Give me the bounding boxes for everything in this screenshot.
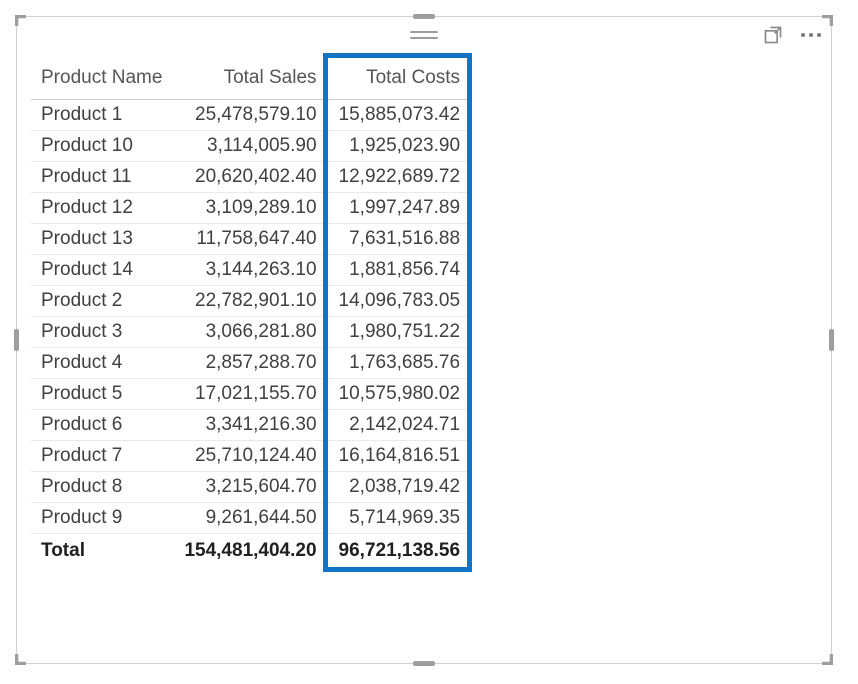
cell-sales: 11,758,647.40 bbox=[174, 224, 328, 255]
cell-product: Product 6 bbox=[31, 410, 174, 441]
cell-product: Product 9 bbox=[31, 503, 174, 534]
cell-sales: 20,620,402.40 bbox=[174, 162, 328, 193]
cell-costs: 1,881,856.74 bbox=[329, 255, 473, 286]
visual-actions bbox=[763, 25, 823, 45]
table-row[interactable]: Product 103,114,005.901,925,023.90 bbox=[31, 131, 472, 162]
total-costs: 96,721,138.56 bbox=[329, 534, 473, 567]
more-options-icon[interactable] bbox=[799, 33, 823, 37]
header-row: Product Name Total Sales Total Costs bbox=[31, 59, 472, 100]
table-row[interactable]: Product 517,021,155.7010,575,980.02 bbox=[31, 379, 472, 410]
cell-costs: 1,763,685.76 bbox=[329, 348, 473, 379]
table-row[interactable]: Product 125,478,579.1015,885,073.42 bbox=[31, 100, 472, 131]
cell-sales: 3,109,289.10 bbox=[174, 193, 328, 224]
col-header-sales[interactable]: Total Sales bbox=[174, 59, 328, 100]
table-row[interactable]: Product 1311,758,647.407,631,516.88 bbox=[31, 224, 472, 255]
cell-costs: 10,575,980.02 bbox=[329, 379, 473, 410]
cell-sales: 3,341,216.30 bbox=[174, 410, 328, 441]
cell-costs: 14,096,783.05 bbox=[329, 286, 473, 317]
cell-product: Product 4 bbox=[31, 348, 174, 379]
resize-handle-bottom-left[interactable] bbox=[15, 654, 26, 665]
cell-product: Product 13 bbox=[31, 224, 174, 255]
drag-grip-icon[interactable] bbox=[410, 31, 438, 39]
cell-product: Product 2 bbox=[31, 286, 174, 317]
col-header-costs[interactable]: Total Costs bbox=[329, 59, 473, 100]
cell-sales: 3,066,281.80 bbox=[174, 317, 328, 348]
cell-product: Product 7 bbox=[31, 441, 174, 472]
cell-sales: 9,261,644.50 bbox=[174, 503, 328, 534]
cell-costs: 16,164,816.51 bbox=[329, 441, 473, 472]
resize-handle-right[interactable] bbox=[829, 329, 834, 351]
table-row[interactable]: Product 33,066,281.801,980,751.22 bbox=[31, 317, 472, 348]
cell-sales: 25,710,124.40 bbox=[174, 441, 328, 472]
cell-product: Product 5 bbox=[31, 379, 174, 410]
table-wrap: Product Name Total Sales Total Costs Pro… bbox=[17, 53, 486, 574]
cell-product: Product 14 bbox=[31, 255, 174, 286]
cell-sales: 3,114,005.90 bbox=[174, 131, 328, 162]
resize-handle-bottom[interactable] bbox=[413, 661, 435, 666]
cell-sales: 22,782,901.10 bbox=[174, 286, 328, 317]
cell-sales: 25,478,579.10 bbox=[174, 100, 328, 131]
cell-costs: 1,980,751.22 bbox=[329, 317, 473, 348]
table-row[interactable]: Product 222,782,901.1014,096,783.05 bbox=[31, 286, 472, 317]
cell-product: Product 8 bbox=[31, 472, 174, 503]
table-row[interactable]: Product 42,857,288.701,763,685.76 bbox=[31, 348, 472, 379]
visual-header bbox=[17, 17, 831, 53]
cell-costs: 15,885,073.42 bbox=[329, 100, 473, 131]
table-row[interactable]: Product 725,710,124.4016,164,816.51 bbox=[31, 441, 472, 472]
cell-costs: 1,997,247.89 bbox=[329, 193, 473, 224]
cell-product: Product 10 bbox=[31, 131, 174, 162]
cell-costs: 12,922,689.72 bbox=[329, 162, 473, 193]
table-visual[interactable]: Product Name Total Sales Total Costs Pro… bbox=[16, 16, 832, 664]
cell-sales: 3,144,263.10 bbox=[174, 255, 328, 286]
cell-product: Product 1 bbox=[31, 100, 174, 131]
cell-sales: 3,215,604.70 bbox=[174, 472, 328, 503]
cell-costs: 2,142,024.71 bbox=[329, 410, 473, 441]
table-row[interactable]: Product 83,215,604.702,038,719.42 bbox=[31, 472, 472, 503]
cell-costs: 2,038,719.42 bbox=[329, 472, 473, 503]
total-sales: 154,481,404.20 bbox=[174, 534, 328, 567]
table-row[interactable]: Product 99,261,644.505,714,969.35 bbox=[31, 503, 472, 534]
cell-sales: 17,021,155.70 bbox=[174, 379, 328, 410]
data-table: Product Name Total Sales Total Costs Pro… bbox=[31, 59, 472, 566]
cell-costs: 5,714,969.35 bbox=[329, 503, 473, 534]
focus-mode-icon[interactable] bbox=[763, 25, 783, 45]
table-row[interactable]: Product 1120,620,402.4012,922,689.72 bbox=[31, 162, 472, 193]
cell-costs: 7,631,516.88 bbox=[329, 224, 473, 255]
cell-product: Product 12 bbox=[31, 193, 174, 224]
table-row[interactable]: Product 143,144,263.101,881,856.74 bbox=[31, 255, 472, 286]
cell-costs: 1,925,023.90 bbox=[329, 131, 473, 162]
table-row[interactable]: Product 63,341,216.302,142,024.71 bbox=[31, 410, 472, 441]
cell-product: Product 11 bbox=[31, 162, 174, 193]
resize-handle-bottom-right[interactable] bbox=[822, 654, 833, 665]
col-header-product[interactable]: Product Name bbox=[31, 59, 174, 100]
table-body: Product 125,478,579.1015,885,073.42Produ… bbox=[31, 100, 472, 567]
total-row: Total154,481,404.2096,721,138.56 bbox=[31, 534, 472, 567]
total-label: Total bbox=[31, 534, 174, 567]
table-row[interactable]: Product 123,109,289.101,997,247.89 bbox=[31, 193, 472, 224]
cell-product: Product 3 bbox=[31, 317, 174, 348]
report-canvas[interactable]: Product Name Total Sales Total Costs Pro… bbox=[0, 0, 858, 684]
cell-sales: 2,857,288.70 bbox=[174, 348, 328, 379]
